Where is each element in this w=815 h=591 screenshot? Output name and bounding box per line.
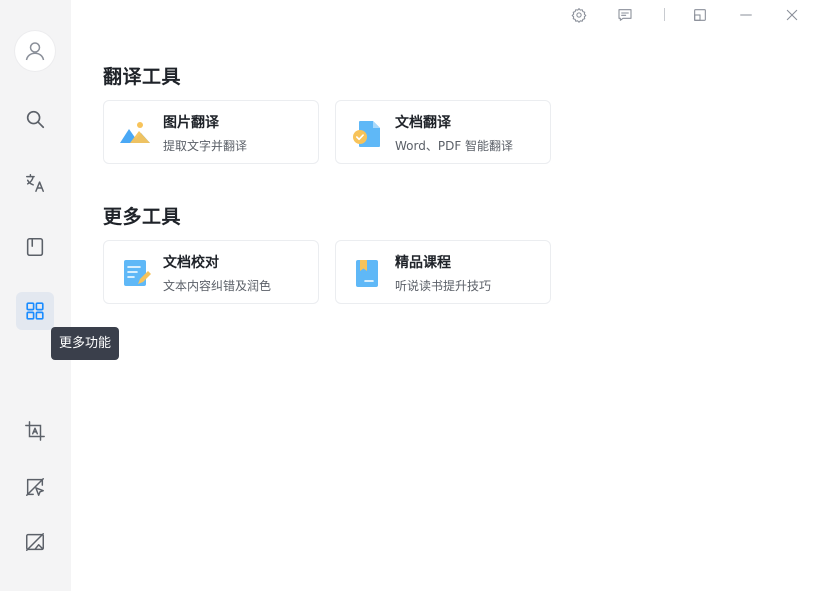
feedback-button[interactable] bbox=[615, 5, 635, 25]
card-description: 文本内容纠错及润色 bbox=[163, 279, 272, 293]
feedback-icon bbox=[618, 9, 632, 21]
section-title-translate-tools: 翻译工具 bbox=[103, 66, 182, 88]
minimize-button[interactable] bbox=[736, 5, 756, 25]
sidebar bbox=[0, 0, 71, 591]
tooltip-more-functions: 更多功能 bbox=[51, 327, 120, 360]
translate-icon bbox=[26, 174, 44, 192]
search-icon bbox=[26, 110, 45, 129]
sidebar-item-bookmark[interactable] bbox=[16, 228, 54, 266]
sidebar-item-search[interactable] bbox=[16, 100, 54, 138]
card-title: 图片翻译 bbox=[163, 115, 219, 131]
sidebar-item-image-translate[interactable] bbox=[16, 523, 54, 561]
card-description: Word、PDF 智能翻译 bbox=[395, 139, 514, 153]
card-image-translate[interactable]: 图片翻译 提取文字并翻译 bbox=[103, 100, 319, 164]
sidebar-item-crop-text[interactable] bbox=[16, 412, 54, 450]
sidebar-item-screen-select[interactable] bbox=[16, 468, 54, 506]
document-translate-card-icon bbox=[353, 121, 380, 147]
minimize-icon bbox=[740, 14, 752, 16]
crop-text-icon bbox=[25, 421, 45, 441]
card-title: 文档校对 bbox=[163, 255, 219, 271]
course-card-icon bbox=[356, 260, 378, 287]
grid-apps-icon bbox=[26, 302, 44, 320]
user-avatar[interactable] bbox=[15, 31, 55, 71]
card-premium-course[interactable]: 精品课程 听说读书提升技巧 bbox=[335, 240, 551, 304]
settings-icon bbox=[571, 8, 587, 23]
screen-select-icon bbox=[26, 478, 44, 496]
card-title: 文档翻译 bbox=[395, 115, 451, 131]
card-description: 提取文字并翻译 bbox=[163, 139, 248, 153]
image-translate-icon bbox=[26, 533, 44, 551]
section-title-more-tools: 更多工具 bbox=[103, 206, 182, 228]
settings-button[interactable] bbox=[569, 5, 589, 25]
proofread-card-icon bbox=[124, 260, 151, 286]
sidebar-item-more-functions[interactable] bbox=[16, 292, 54, 330]
image-translate-card-icon bbox=[120, 122, 150, 143]
card-description: 听说读书提升技巧 bbox=[395, 279, 492, 293]
titlebar-separator bbox=[664, 8, 665, 21]
card-document-translate[interactable]: 文档翻译 Word、PDF 智能翻译 bbox=[335, 100, 551, 164]
close-button[interactable] bbox=[782, 5, 802, 25]
card-proofread[interactable]: 文档校对 文本内容纠错及润色 bbox=[103, 240, 319, 304]
restore-window-icon bbox=[694, 9, 706, 21]
sidebar-item-translate[interactable] bbox=[16, 164, 54, 202]
card-title: 精品课程 bbox=[395, 255, 451, 271]
restore-window-button[interactable] bbox=[690, 5, 710, 25]
close-icon bbox=[786, 9, 798, 21]
bookmark-icon bbox=[26, 237, 44, 257]
user-avatar-icon bbox=[25, 42, 45, 61]
